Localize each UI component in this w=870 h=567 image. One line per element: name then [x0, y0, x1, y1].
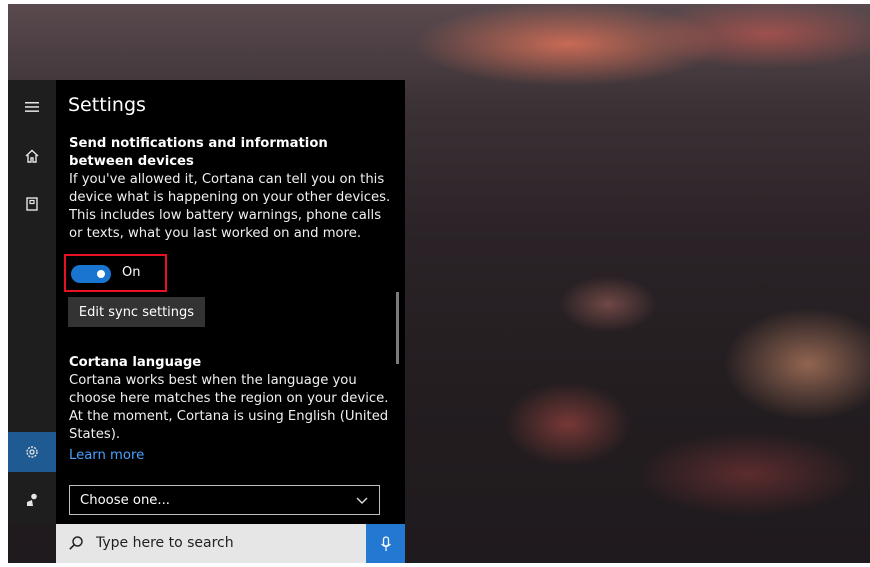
notebook-button[interactable] [8, 184, 56, 224]
taskbar-search-box[interactable]: Type here to search [56, 524, 405, 563]
toggle-knob [97, 270, 105, 278]
microphone-icon [380, 535, 391, 551]
home-icon [25, 149, 39, 163]
search-icon [69, 536, 83, 550]
settings-panel: Settings Send notifications and informat… [56, 80, 405, 524]
language-section: Cortana language Cortana works best when… [69, 354, 394, 465]
home-button[interactable] [8, 136, 56, 176]
search-placeholder: Type here to search [96, 535, 234, 551]
desktop-background: Settings Send notifications and informat… [8, 4, 870, 563]
learn-more-link[interactable]: Learn more [69, 447, 144, 465]
notebook-icon [26, 197, 38, 211]
notifications-section: Send notifications and information betwe… [69, 135, 394, 243]
menu-button[interactable] [8, 87, 56, 127]
feedback-icon [27, 493, 37, 506]
menu-icon [25, 102, 39, 112]
settings-button[interactable] [8, 432, 56, 472]
settings-icon [26, 446, 38, 458]
chevron-down-icon [356, 497, 368, 504]
microphone-button[interactable] [366, 524, 405, 563]
notifications-description: If you've allowed it, Cortana can tell y… [69, 172, 391, 241]
feedback-button[interactable] [8, 480, 56, 520]
scrollbar-thumb[interactable] [396, 292, 399, 364]
toggle-state-label: On [122, 265, 141, 280]
edit-sync-settings-button[interactable]: Edit sync settings [68, 297, 205, 327]
notifications-toggle[interactable] [71, 265, 111, 283]
page-title: Settings [68, 94, 146, 116]
language-dropdown[interactable]: Choose one... [69, 485, 380, 515]
dropdown-value: Choose one... [80, 492, 170, 508]
language-description: Cortana works best when the language you… [69, 373, 389, 442]
toggle-highlight: On [64, 254, 167, 292]
cortana-rail [8, 80, 56, 524]
language-heading: Cortana language [69, 355, 202, 370]
notifications-heading: Send notifications and information betwe… [69, 136, 328, 169]
